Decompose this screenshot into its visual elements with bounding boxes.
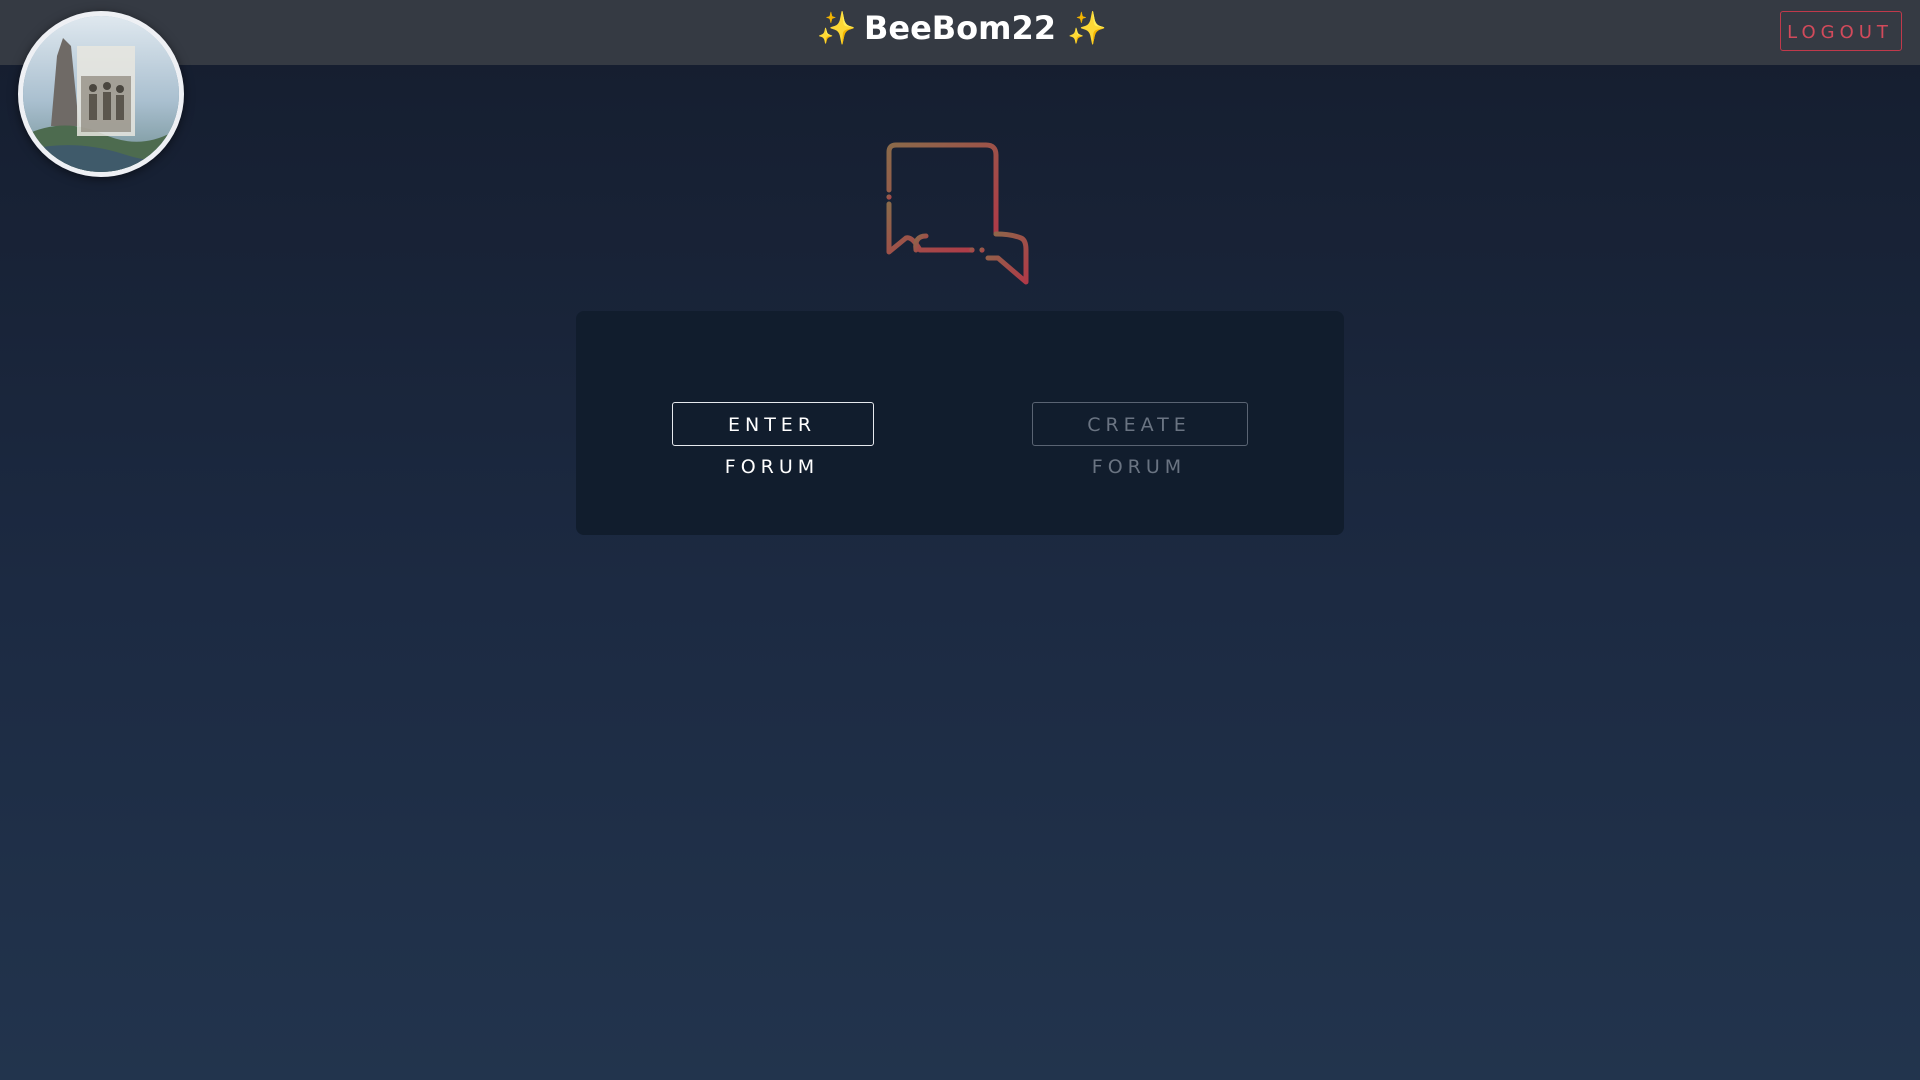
sparkle-icon: ✨ <box>1067 9 1107 47</box>
chat-bubbles-icon <box>886 142 1029 285</box>
app-title: ✨ BeeBom22 ✨ <box>0 6 1920 50</box>
avatar[interactable] <box>18 11 184 177</box>
create-forum-button[interactable]: CREATE FORUM <box>1032 402 1248 478</box>
sparkle-icon: ✨ <box>816 9 857 47</box>
forum-panel: ENTER FORUM CREATE FORUM <box>576 311 1344 535</box>
top-bar: ✨ BeeBom22 ✨ LOGOUT <box>0 0 1920 65</box>
app-title-text: BeeBom22 <box>863 9 1057 47</box>
enter-forum-button[interactable]: ENTER FORUM <box>672 402 874 478</box>
avatar-photo-icon <box>23 16 179 172</box>
logout-button[interactable]: LOGOUT <box>1780 11 1902 51</box>
